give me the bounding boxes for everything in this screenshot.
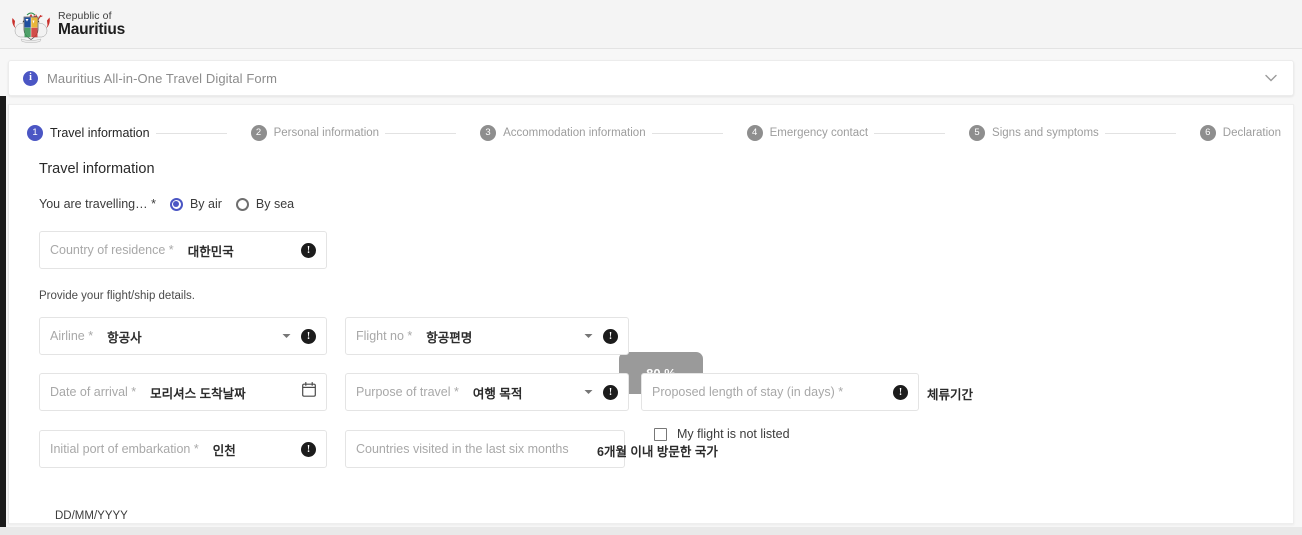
radio-option-by-air[interactable]: By air [169, 197, 222, 211]
stepper-connector [385, 132, 457, 134]
radio-selected-icon[interactable] [169, 197, 183, 211]
step-number-badge: 6 [1199, 125, 1216, 141]
step-number-badge: 4 [746, 125, 763, 141]
brand-wordmark: Republic of Mauritius [58, 10, 125, 38]
error-exclamation-icon[interactable]: ! [893, 384, 908, 400]
proposed-length-of-stay-placeholder: Proposed length of stay (in days) * [652, 385, 844, 399]
step-label: Emergency contact [769, 127, 869, 139]
accordion-title: Mauritius All-in-One Travel Digital Form [47, 70, 278, 86]
flight-not-listed-label: My flight is not listed [677, 427, 790, 441]
section-title: Travel information [39, 161, 155, 177]
date-of-arrival-field[interactable]: Date of arrival * 모리셔스 도착날짜 [39, 373, 327, 411]
form-card: 1 Travel information 2 Personal informat… [8, 104, 1294, 524]
error-exclamation-icon[interactable]: ! [603, 328, 618, 344]
countries-visited-placeholder: Countries visited in the last six months [356, 442, 569, 456]
flight-details-hint: Provide your flight/ship details. [39, 290, 195, 302]
initial-port-placeholder: Initial port of embarkation * [50, 442, 199, 456]
dropdown-caret-icon[interactable] [584, 332, 593, 341]
stepper-step-3[interactable]: 3 Accommodation information [462, 125, 646, 141]
error-exclamation-icon[interactable]: ! [603, 384, 618, 400]
chevron-down-icon[interactable] [1265, 72, 1277, 84]
countries-visited-field[interactable]: Countries visited in the last six months [345, 430, 625, 468]
stepper-step-6[interactable]: 6 Declaration [1182, 125, 1295, 141]
bottom-strip [0, 527, 1302, 535]
step-number-badge: 1 [27, 125, 43, 141]
purpose-of-travel-field[interactable]: Purpose of travel * 여행 목적 ! [345, 373, 629, 411]
radio-label-by-sea: By sea [255, 197, 295, 211]
stepper-step-1[interactable]: 1 Travel information [9, 125, 150, 141]
initial-port-annotation: 인천 [212, 443, 236, 458]
dropdown-caret-icon[interactable] [584, 388, 593, 397]
error-exclamation-icon[interactable]: ! [301, 242, 316, 258]
brand-line-mauritius: Mauritius [58, 20, 126, 38]
step-label: Accommodation information [503, 127, 646, 139]
step-label: Travel information [50, 126, 150, 140]
error-exclamation-icon[interactable]: ! [301, 328, 316, 344]
travel-mode-question: You are travelling… * [39, 197, 156, 211]
stepper-connector [651, 132, 723, 134]
proposed-length-of-stay-field[interactable]: Proposed length of stay (in days) * ! [641, 373, 919, 411]
stepper-step-4[interactable]: 4 Emergency contact [729, 125, 868, 141]
airline-field[interactable]: Airline * 항공사 ! [39, 317, 327, 355]
radio-label-by-air: By air [189, 197, 222, 211]
step-number-badge: 5 [969, 125, 986, 141]
step-number-badge: 3 [480, 125, 497, 141]
step-number-badge: 2 [250, 125, 267, 141]
checkbox-icon[interactable] [654, 427, 667, 441]
date-of-arrival-placeholder: Date of arrival * [50, 385, 137, 399]
step-label: Signs and symptoms [992, 127, 1099, 139]
country-of-residence-field[interactable]: Country of residence * 대한민국 ! [39, 231, 327, 269]
purpose-of-travel-annotation: 여행 목적 [472, 386, 523, 401]
airline-annotation: 항공사 [107, 330, 142, 345]
travel-mode-group: You are travelling… * By air By sea [39, 197, 308, 211]
brand-header: Republic of Mauritius [0, 0, 1302, 49]
stepper-connector [874, 132, 946, 134]
date-of-arrival-annotation: 모리셔스 도착날짜 [150, 386, 246, 401]
country-of-residence-annotation: 대한민국 [187, 244, 234, 259]
dropdown-caret-icon[interactable] [282, 332, 291, 341]
flight-no-field[interactable]: Flight no * 항공편명 ! [345, 317, 629, 355]
radio-option-by-sea[interactable]: By sea [235, 197, 295, 211]
flight-not-listed-checkbox-row[interactable]: My flight is not listed [654, 427, 790, 441]
stepper-connector [155, 132, 227, 134]
stepper-connector [1104, 132, 1176, 134]
form-stepper: 1 Travel information 2 Personal informat… [9, 121, 1295, 145]
calendar-icon[interactable] [302, 382, 316, 402]
countries-visited-annotation: 6개월 이내 방문한 국가 [597, 445, 718, 459]
flight-no-placeholder: Flight no * [356, 329, 413, 343]
radio-unselected-icon[interactable] [235, 197, 249, 211]
country-of-residence-placeholder: Country of residence * [50, 243, 174, 257]
form-accordion-header[interactable]: i Mauritius All-in-One Travel Digital Fo… [8, 60, 1294, 96]
step-label: Personal information [273, 127, 380, 139]
proposed-length-of-stay-annotation: 체류기간 [927, 388, 974, 402]
initial-port-of-embarkation-field[interactable]: Initial port of embarkation * 인천 ! [39, 430, 327, 468]
date-format-hint: DD/MM/YYYY [55, 510, 128, 522]
step-label: Declaration [1222, 127, 1281, 139]
left-edge-strip [0, 96, 6, 528]
stepper-step-5[interactable]: 5 Signs and symptoms [951, 125, 1099, 141]
airline-placeholder: Airline * [50, 329, 94, 343]
purpose-of-travel-placeholder: Purpose of travel * [356, 385, 459, 399]
stepper-step-2[interactable]: 2 Personal information [233, 125, 379, 141]
info-circle-icon: i [23, 70, 38, 86]
app-root: Republic of Mauritius i Mauritius All-in… [0, 0, 1302, 535]
error-exclamation-icon[interactable]: ! [301, 441, 316, 457]
mauritius-coat-of-arms-icon [12, 12, 50, 43]
flight-no-annotation: 항공편명 [426, 330, 473, 345]
